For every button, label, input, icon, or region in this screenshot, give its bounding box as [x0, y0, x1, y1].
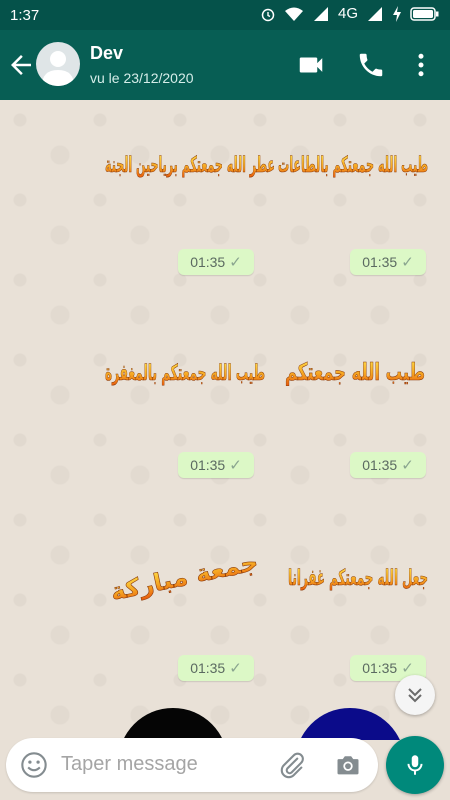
- chat-area[interactable]: عطر الله جمعتكم برياحين الجنة 01:35 ✓ طيب…: [0, 100, 450, 740]
- sticker-text: جمعة مباركة: [108, 548, 261, 607]
- back-arrow-icon[interactable]: [6, 50, 36, 80]
- sticker-message[interactable]: عطر الله جمعتكم برياحين الجنة: [95, 112, 285, 242]
- sticker-message[interactable]: طيب الله جمعتكم بالطاعات: [268, 112, 438, 242]
- composer-bar: Taper message: [0, 730, 450, 800]
- message-timestamp: 01:35 ✓: [350, 249, 426, 275]
- charging-icon: [393, 5, 401, 22]
- message-timestamp: 01:35 ✓: [178, 249, 254, 275]
- time-label: 01:35: [190, 660, 226, 676]
- last-seen-status: vu le 23/12/2020: [90, 70, 194, 86]
- more-options-icon[interactable]: [406, 50, 436, 80]
- time-label: 01:35: [362, 660, 398, 676]
- status-time: 1:37: [10, 7, 40, 24]
- network-type: 4G: [337, 5, 358, 22]
- message-timestamp: 01:35 ✓: [178, 655, 254, 681]
- sticker-text: طيب الله جمعتكم بالطاعات: [278, 153, 428, 178]
- check-icon: ✓: [401, 254, 414, 271]
- emoji-icon[interactable]: [20, 751, 48, 779]
- sticker-text: طيب الله جمعتكم بالمغفرة: [105, 361, 265, 386]
- sticker-message[interactable]: جمعة مباركة: [95, 510, 275, 640]
- status-bar: 1:37 4G: [0, 0, 450, 30]
- double-chevron-down-icon: [408, 688, 422, 703]
- message-input[interactable]: Taper message: [61, 753, 198, 776]
- contact-name[interactable]: Dev: [90, 43, 123, 64]
- time-label: 01:35: [362, 457, 398, 473]
- sticker-text: جعل الله جمعتكم غفرانا: [288, 566, 428, 591]
- sticker-text: عطر الله جمعتكم برياحين الجنة: [105, 153, 275, 178]
- video-call-icon[interactable]: [296, 50, 326, 80]
- time-label: 01:35: [190, 457, 226, 473]
- alarm-icon: [261, 8, 275, 21]
- attach-icon[interactable]: [278, 751, 306, 779]
- sticker-message[interactable]: طيب الله جمعتكم بالمغفرة: [95, 310, 275, 440]
- check-icon: ✓: [229, 254, 242, 271]
- signal-icon: [368, 6, 382, 21]
- message-timestamp: 01:35 ✓: [178, 452, 254, 478]
- time-label: 01:35: [362, 254, 398, 270]
- signal-icon: [313, 6, 328, 21]
- camera-icon[interactable]: [334, 751, 362, 779]
- avatar[interactable]: [36, 42, 80, 86]
- check-icon: ✓: [229, 660, 242, 677]
- check-icon: ✓: [229, 457, 242, 474]
- sticker-message[interactable]: جعل الله جمعتكم غفرانا: [278, 510, 438, 640]
- chat-header: Dev vu le 23/12/2020: [0, 30, 450, 100]
- sticker-text: طيب الله جمعتكم: [285, 358, 425, 386]
- battery-icon: [410, 6, 439, 21]
- message-timestamp: 01:35 ✓: [350, 452, 426, 478]
- scroll-down-button[interactable]: [395, 675, 435, 715]
- wifi-icon: [284, 7, 303, 21]
- microphone-icon: [407, 755, 423, 775]
- voice-message-button[interactable]: [386, 736, 444, 794]
- phone-call-icon[interactable]: [356, 50, 386, 80]
- sticker-message[interactable]: طيب الله جمعتكم: [275, 310, 435, 440]
- time-label: 01:35: [190, 254, 226, 270]
- message-input-container[interactable]: Taper message: [6, 738, 378, 792]
- check-icon: ✓: [401, 457, 414, 474]
